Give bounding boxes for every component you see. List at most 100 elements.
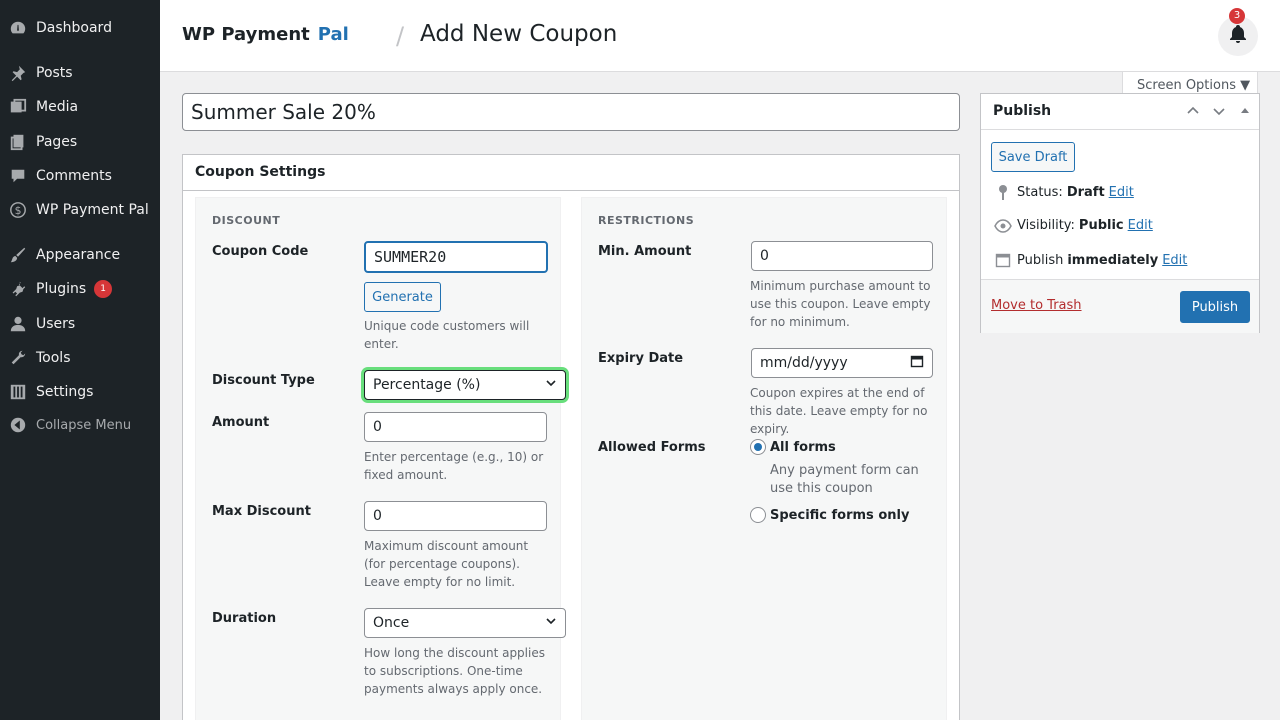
sidebar-item-label: Dashboard [36, 20, 112, 36]
admin-sidebar: Dashboard Posts Media Pages Comments $ W… [0, 0, 160, 720]
brand-accent: Pal [317, 24, 349, 45]
sidebar-item-label: Media [36, 99, 79, 115]
pin-icon [993, 184, 1013, 200]
all-forms-radio[interactable] [750, 439, 766, 455]
sidebar-item-comments[interactable]: Comments [0, 160, 160, 192]
chevron-down-icon [545, 377, 557, 393]
brush-icon [8, 245, 28, 265]
page-title: Add New Coupon [420, 21, 618, 47]
edit-visibility-link[interactable]: Edit [1128, 218, 1153, 233]
pages-icon [8, 132, 28, 152]
sidebar-item-label: Plugins [36, 281, 87, 297]
sidebar-item-label: Pages [36, 134, 78, 150]
restrictions-section-title: RESTRICTIONS [598, 214, 695, 227]
user-icon [8, 314, 28, 334]
coupon-settings-heading: Coupon Settings [183, 155, 959, 191]
sidebar-item-wp-payment-pal[interactable]: $ WP Payment Pal [0, 194, 160, 226]
publish-status-row: Status: Draft Edit [993, 184, 1134, 200]
comment-icon [8, 166, 28, 186]
dollar-icon: $ [8, 200, 28, 220]
all-forms-label: All forms [770, 440, 836, 455]
specific-forms-radio[interactable] [750, 507, 766, 523]
sidebar-item-tools[interactable]: Tools [0, 342, 160, 374]
bell-icon [1228, 24, 1248, 48]
sidebar-item-posts[interactable]: Posts [0, 57, 160, 89]
notification-count-badge: 3 [1229, 8, 1245, 24]
sidebar-item-plugins[interactable]: Plugins 1 [0, 273, 160, 305]
sidebar-item-settings[interactable]: Settings [0, 376, 160, 408]
eye-icon [993, 218, 1013, 233]
collapse-menu-button[interactable]: Collapse Menu [0, 409, 160, 441]
sidebar-item-media[interactable]: Media [0, 91, 160, 123]
chevron-down-icon [545, 615, 557, 631]
sidebar-item-label: Posts [36, 65, 73, 81]
sidebar-item-pages[interactable]: Pages [0, 126, 160, 158]
publish-schedule-row: Publish immediately Edit [993, 252, 1187, 268]
pin-icon [8, 63, 28, 83]
collapse-menu-label: Collapse Menu [36, 417, 132, 433]
visibility-label: Visibility: [1017, 218, 1075, 233]
svg-text:$: $ [15, 204, 22, 217]
publish-button[interactable]: Publish [1180, 291, 1250, 323]
status-label: Status: [1017, 184, 1063, 200]
brand-logo: WP Payment Pal [182, 24, 349, 45]
amount-input[interactable] [364, 412, 547, 442]
coupon-code-input[interactable] [364, 241, 548, 273]
dashboard-icon [8, 18, 28, 38]
amount-help: Enter percentage (e.g., 10) or fixed amo… [364, 450, 544, 482]
chevron-up-icon[interactable] [1186, 104, 1200, 121]
discount-type-select[interactable]: Percentage (%) [364, 370, 566, 400]
expiry-date-input[interactable]: mm/dd/yyyy [751, 348, 933, 378]
wrench-icon [8, 348, 28, 368]
discount-type-value: Percentage (%) [373, 377, 481, 393]
duration-help: How long the discount applies to subscri… [364, 646, 545, 696]
publish-actions: Move to Trash Publish [981, 279, 1259, 333]
calendar-icon [993, 252, 1013, 268]
coupon-title-input[interactable] [182, 93, 960, 131]
chevron-down-icon[interactable] [1212, 104, 1226, 121]
edit-publish-time-link[interactable]: Edit [1162, 253, 1187, 268]
status-value: Draft [1066, 184, 1105, 200]
coupon-code-help: Unique code customers will enter. [364, 319, 530, 351]
publish-time-label: Publish [1017, 252, 1064, 268]
allowed-forms-label: Allowed Forms [598, 440, 706, 455]
plugin-icon [8, 279, 28, 299]
duration-label: Duration [212, 611, 277, 626]
media-icon [8, 97, 28, 117]
visibility-value: Public [1078, 218, 1124, 233]
move-to-trash-link[interactable]: Move to Trash [991, 298, 1082, 313]
restrictions-panel: RESTRICTIONS Min. Amount Minimum purchas… [581, 197, 947, 720]
collapse-box-icon[interactable] [1240, 104, 1250, 118]
expiry-date-placeholder: mm/dd/yyyy [760, 355, 848, 371]
discount-type-label: Discount Type [212, 373, 315, 388]
page-header: WP Payment Pal / Add New Coupon 3 [160, 0, 1280, 72]
generate-code-button[interactable]: Generate [364, 282, 441, 312]
max-discount-input[interactable] [364, 501, 547, 531]
edit-status-link[interactable]: Edit [1109, 185, 1134, 200]
calendar-icon [910, 354, 924, 372]
amount-label: Amount [212, 415, 270, 430]
discount-section-title: DISCOUNT [212, 214, 281, 227]
min-amount-label: Min. Amount [598, 244, 692, 259]
coupon-code-label: Coupon Code [212, 244, 309, 259]
sidebar-item-appearance[interactable]: Appearance [0, 239, 160, 271]
sidebar-item-users[interactable]: Users [0, 308, 160, 340]
sidebar-item-label: WP Payment Pal [36, 202, 149, 218]
sidebar-item-label: Tools [36, 350, 71, 366]
duration-value: Once [373, 615, 410, 631]
save-draft-button[interactable]: Save Draft [991, 142, 1075, 172]
publish-time-value: immediately [1067, 252, 1159, 268]
specific-forms-label: Specific forms only [770, 508, 910, 523]
sidebar-item-label: Users [36, 316, 76, 332]
duration-select[interactable]: Once [364, 608, 566, 638]
sidebar-item-label: Appearance [36, 247, 121, 263]
publish-box-header: Publish [981, 94, 1259, 130]
sidebar-item-dashboard[interactable]: Dashboard [0, 12, 160, 44]
min-amount-input[interactable] [751, 241, 933, 271]
sidebar-item-label: Comments [36, 168, 112, 184]
discount-panel: DISCOUNT Coupon Code Generate Unique cod… [195, 197, 566, 720]
breadcrumb-separator: / [396, 22, 405, 50]
max-discount-label: Max Discount [212, 504, 311, 519]
brand-main: WP Payment [182, 24, 310, 45]
publish-visibility-row: Visibility: Public Edit [993, 218, 1153, 233]
